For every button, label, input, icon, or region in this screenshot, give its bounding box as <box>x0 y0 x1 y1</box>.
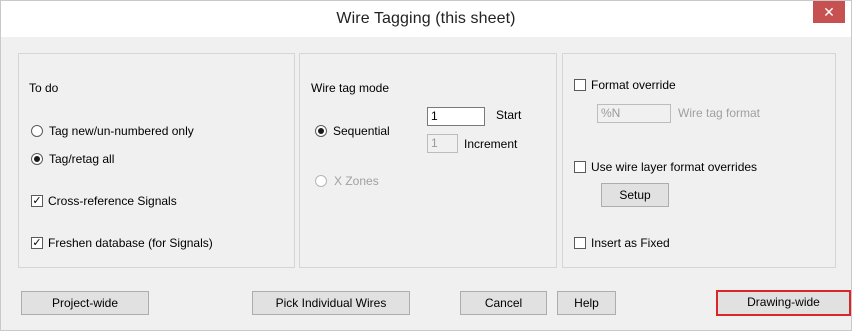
insert-fixed-checkbox[interactable] <box>574 237 586 249</box>
freshen-database-label[interactable]: Freshen database (for Signals) <box>48 236 213 250</box>
layer-overrides-label[interactable]: Use wire layer format overrides <box>591 160 757 174</box>
wire-tag-format-label: Wire tag format <box>678 106 761 120</box>
increment-input[interactable]: 1 <box>427 134 458 153</box>
todo-panel: To do Tag new/un-numbered only Tag/retag… <box>18 53 295 268</box>
close-button[interactable]: ✕ <box>813 1 845 23</box>
tag-new-only-label[interactable]: Tag new/un-numbered only <box>49 124 194 138</box>
increment-label: Increment <box>464 137 518 151</box>
close-icon: ✕ <box>823 4 835 20</box>
tag-new-only-radio[interactable] <box>31 125 43 137</box>
setup-button[interactable]: Setup <box>601 183 669 207</box>
freshen-database-checkbox[interactable]: ✓ <box>31 237 43 249</box>
wire-tag-mode-heading: Wire tag mode <box>311 81 390 95</box>
start-label: Start <box>496 108 522 122</box>
format-override-label[interactable]: Format override <box>591 78 676 92</box>
tag-retag-all-radio[interactable] <box>31 153 43 165</box>
start-input[interactable]: 1 <box>427 107 485 126</box>
sequential-radio[interactable] <box>315 125 327 137</box>
pick-individual-wires-button[interactable]: Pick Individual Wires <box>252 291 410 315</box>
cross-reference-checkbox[interactable]: ✓ <box>31 195 43 207</box>
drawing-wide-button[interactable]: Drawing-wide <box>716 290 851 316</box>
wire-tag-mode-panel: Wire tag mode Sequential 1 Start 1 Incre… <box>299 53 557 268</box>
x-zones-label[interactable]: X Zones <box>334 174 379 188</box>
title-bar[interactable]: Wire Tagging (this sheet) ✕ <box>1 1 851 37</box>
project-wide-button[interactable]: Project-wide <box>21 291 149 315</box>
layer-overrides-checkbox[interactable] <box>574 161 586 173</box>
cross-reference-label[interactable]: Cross-reference Signals <box>48 194 177 208</box>
help-button[interactable]: Help <box>557 291 616 315</box>
sequential-label[interactable]: Sequential <box>333 124 390 138</box>
wire-tagging-dialog: Wire Tagging (this sheet) ✕ To do Tag ne… <box>0 0 852 331</box>
todo-heading: To do <box>29 81 59 95</box>
insert-fixed-label[interactable]: Insert as Fixed <box>591 236 670 250</box>
format-override-checkbox[interactable] <box>574 79 586 91</box>
dialog-title: Wire Tagging (this sheet) <box>336 10 516 27</box>
tag-retag-all-label[interactable]: Tag/retag all <box>49 152 114 166</box>
format-panel: Format override %N Wire tag format Use w… <box>562 53 836 268</box>
x-zones-radio[interactable] <box>315 175 327 187</box>
wire-tag-format-input[interactable]: %N <box>597 104 671 123</box>
cancel-button[interactable]: Cancel <box>460 291 547 315</box>
